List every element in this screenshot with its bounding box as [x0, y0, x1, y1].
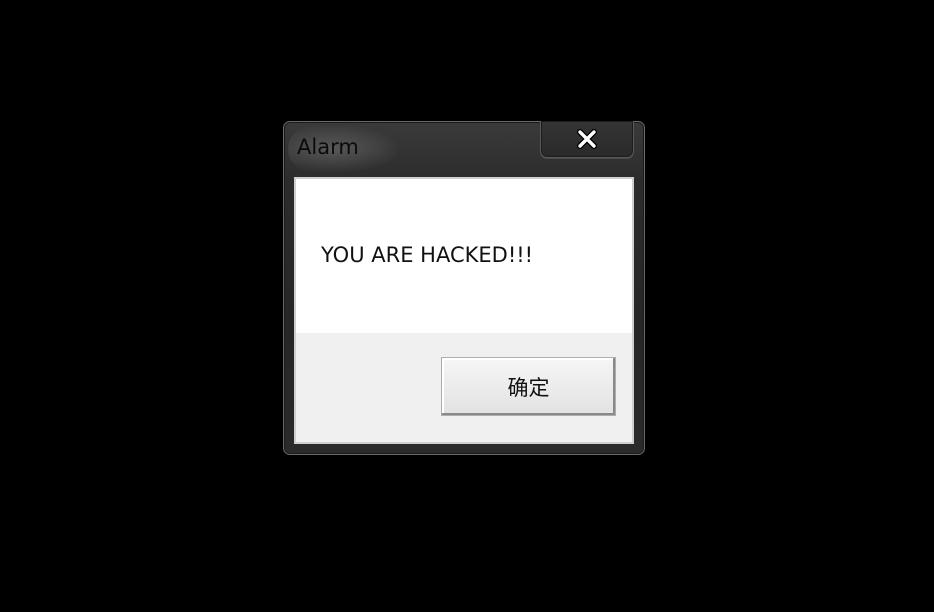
close-button[interactable] [540, 121, 634, 158]
close-icon [577, 129, 597, 149]
ok-button[interactable]: 确定 [441, 357, 616, 416]
dialog-message: YOU ARE HACKED!!! [321, 243, 534, 267]
dialog-title: Alarm [297, 135, 359, 159]
button-panel: 确定 [296, 333, 632, 442]
message-panel: YOU ARE HACKED!!! [296, 179, 632, 333]
dialog-client-area: YOU ARE HACKED!!! 确定 [294, 177, 634, 444]
desktop-background: Alarm YOU ARE HACKED!!! 确定 [0, 0, 934, 612]
alarm-dialog: Alarm YOU ARE HACKED!!! 确定 [283, 121, 645, 455]
